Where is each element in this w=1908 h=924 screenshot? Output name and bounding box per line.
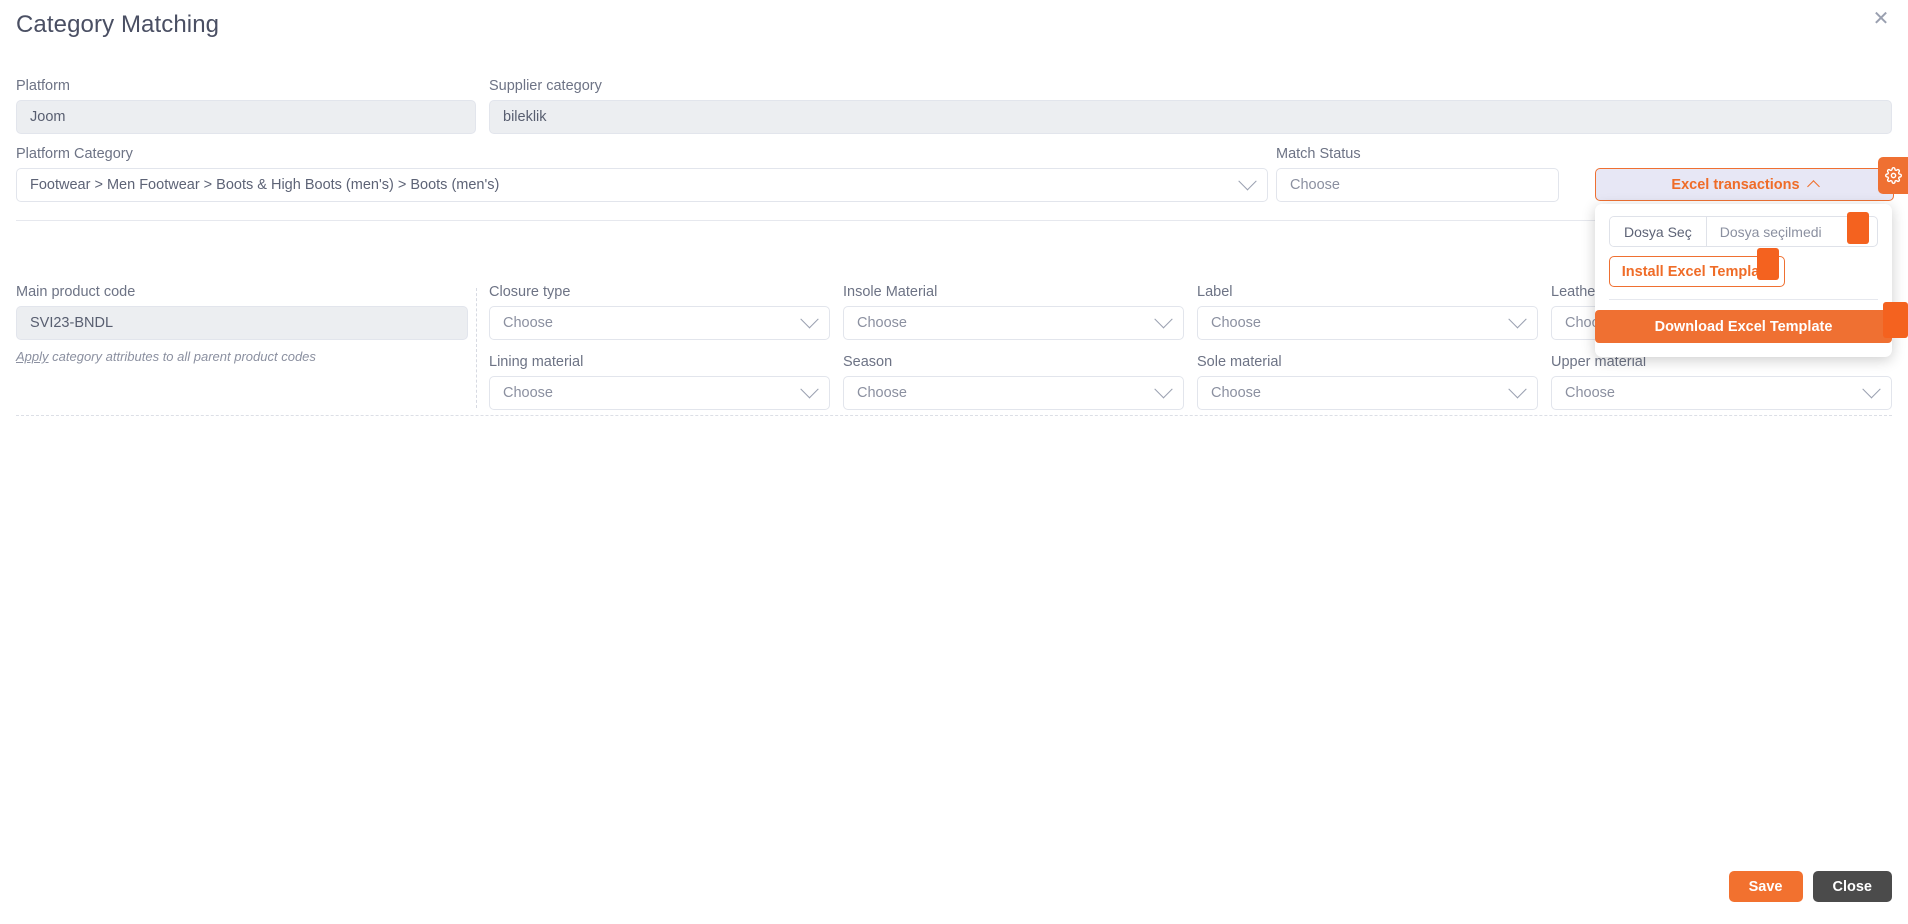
footer-actions: Save Close [1728,871,1892,902]
excel-transactions-label: Excel transactions [1671,176,1800,193]
insole-material-label: Insole Material [843,284,938,300]
closure-type-placeholder: Choose [503,315,553,331]
apply-link[interactable]: Apply [16,349,49,364]
download-orange-artifact [1883,302,1908,338]
sole-material-label: Sole material [1197,354,1282,370]
season-field: Season Choose [843,354,1184,410]
main-product-code-input[interactable]: SVI23-BNDL [16,306,468,340]
insole-material-field: Insole Material Choose [843,284,1184,340]
insole-material-placeholder: Choose [857,315,907,331]
chevron-up-icon [1806,180,1820,193]
choose-file-button[interactable]: Dosya Seç [1610,217,1707,246]
insole-material-select[interactable]: Choose [843,306,1184,340]
chevron-down-icon [1508,379,1527,398]
closure-type-field: Closure type Choose [489,284,830,340]
file-input-row[interactable]: Dosya Seç Dosya seçilmedi [1609,216,1878,247]
supplier-category-field: Supplier category bileklik [489,78,1892,134]
chevron-down-icon [1154,379,1173,398]
lining-material-select[interactable]: Choose [489,376,830,410]
platform-category-select[interactable]: Footwear > Men Footwear > Boots & High B… [16,168,1268,202]
excel-transactions-button[interactable]: Excel transactions [1595,168,1894,201]
platform-category-field: Platform Category Footwear > Men Footwea… [16,146,1268,202]
chevron-down-icon [800,309,819,328]
match-status-select[interactable]: Choose [1276,168,1559,202]
download-excel-template-button[interactable]: Download Excel Template [1595,310,1892,343]
label-field: Label Choose [1197,284,1538,340]
apply-note-rest: category attributes to all parent produc… [48,349,316,364]
sole-material-placeholder: Choose [1211,385,1261,401]
closure-type-select[interactable]: Choose [489,306,830,340]
lining-material-field: Lining material Choose [489,354,830,410]
page-title: Category Matching [16,11,220,38]
platform-category-label: Platform Category [16,146,133,162]
apply-attributes-note[interactable]: Apply category attributes to all parent … [16,349,468,364]
chevron-down-icon [1238,171,1257,190]
upper-material-select[interactable]: Choose [1551,376,1892,410]
sole-material-field: Sole material Choose [1197,354,1538,410]
season-placeholder: Choose [857,385,907,401]
panel-separator [1609,299,1878,300]
chevron-down-icon [800,379,819,398]
supplier-category-label: Supplier category [489,78,602,94]
attr-column-3: Label Choose Sole material Choose [1197,284,1538,424]
sole-material-select[interactable]: Choose [1197,376,1538,410]
match-status-field: Match Status Choose [1276,146,1559,202]
chevron-down-icon [1154,309,1173,328]
season-select[interactable]: Choose [843,376,1184,410]
match-status-label: Match Status [1276,146,1361,162]
platform-label: Platform [16,78,70,94]
gear-icon[interactable] [1878,157,1908,194]
main-product-code-label: Main product code [16,284,136,300]
attributes-bottom-divider [16,415,1892,416]
platform-input[interactable]: Joom [16,100,476,134]
attr-column-2: Insole Material Choose Season Choose [843,284,1184,424]
platform-field: Platform Joom [16,78,476,134]
install-orange-artifact [1757,248,1779,280]
lining-material-placeholder: Choose [503,385,553,401]
close-icon[interactable]: ✕ [1868,6,1894,32]
excel-transactions-dropdown: Excel transactions Dosya Seç Dosya seçil… [1595,168,1908,357]
main-product-code-field: Main product code SVI23-BNDL Apply categ… [16,284,468,364]
platform-category-value: Footwear > Men Footwear > Boots & High B… [30,177,500,193]
label-select[interactable]: Choose [1197,306,1538,340]
close-button[interactable]: Close [1812,871,1892,902]
season-label: Season [843,354,893,370]
chevron-down-icon [1508,309,1527,328]
upper-material-field: Upper material Choose [1551,354,1892,410]
match-status-placeholder: Choose [1290,177,1340,193]
save-button[interactable]: Save [1728,871,1803,902]
file-input-orange-artifact [1847,212,1869,244]
column-divider [476,288,477,408]
category-matching-modal: Category Matching ✕ Platform Joom Suppli… [0,0,1908,924]
attr-column-1: Closure type Choose Lining material Choo… [489,284,830,424]
label-label: Label [1197,284,1233,300]
upper-material-placeholder: Choose [1565,385,1615,401]
label-placeholder: Choose [1211,315,1261,331]
supplier-category-input[interactable]: bileklik [489,100,1892,134]
lining-material-label: Lining material [489,354,584,370]
chevron-down-icon [1862,379,1881,398]
closure-type-label: Closure type [489,284,571,300]
